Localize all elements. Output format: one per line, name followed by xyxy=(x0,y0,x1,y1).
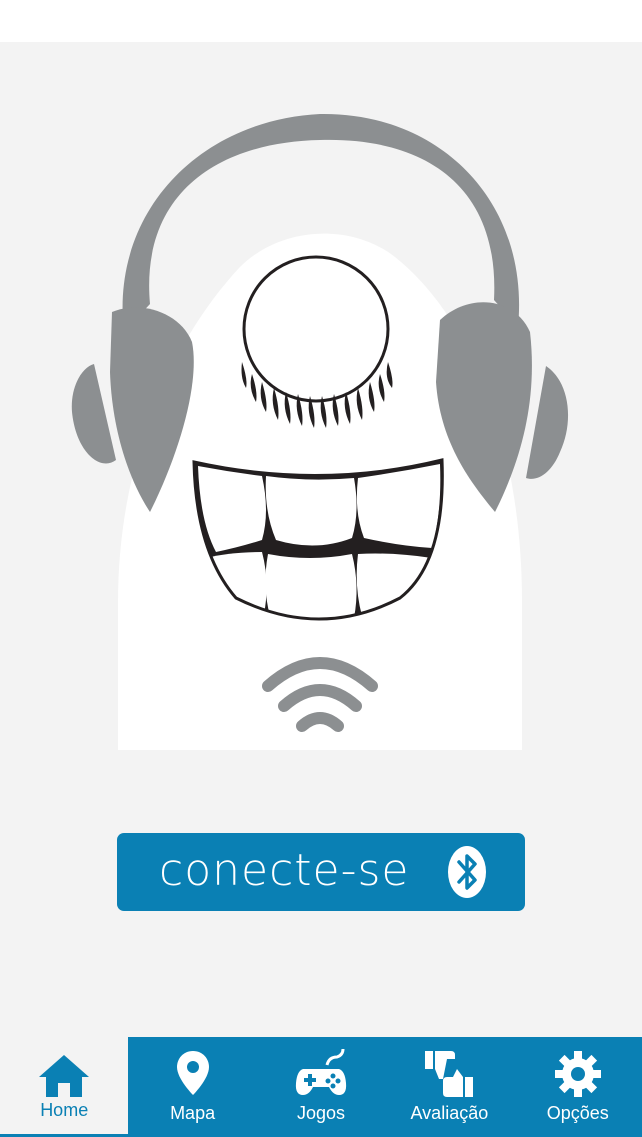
eye xyxy=(242,255,390,403)
left-ear-pad xyxy=(71,364,116,464)
tab-avaliacao[interactable]: Avaliação xyxy=(385,1037,513,1137)
connect-button[interactable]: conecte-se xyxy=(117,833,525,911)
tab-mapa[interactable]: Mapa xyxy=(128,1037,256,1137)
tab-home[interactable]: Home xyxy=(0,1037,129,1137)
tab-opcoes[interactable]: Opções xyxy=(514,1037,642,1137)
gamepad-icon xyxy=(295,1049,347,1095)
tab-mapa-label: Mapa xyxy=(170,1103,216,1123)
bluetooth-icon xyxy=(448,846,486,898)
thumbs-icon xyxy=(425,1051,474,1097)
home-screen: conecte-se xyxy=(0,42,642,1037)
connect-button-label: conecte-se xyxy=(159,845,410,896)
status-bar-area xyxy=(0,0,642,42)
mascot-illustration xyxy=(71,113,569,751)
tab-opcoes-label: Opções xyxy=(546,1103,609,1123)
map-pin-icon xyxy=(176,1051,209,1095)
tab-jogos-label: Jogos xyxy=(296,1103,345,1123)
bottom-tab-bar: Home Mapa Jogos Avaliação Opções xyxy=(0,1037,642,1137)
tab-avaliacao-label: Avaliação xyxy=(410,1103,489,1123)
tab-jogos[interactable]: Jogos xyxy=(257,1037,385,1137)
gear-icon xyxy=(554,1051,601,1097)
tab-home-label: Home xyxy=(40,1100,89,1120)
right-ear-pad xyxy=(526,366,569,479)
home-icon xyxy=(39,1055,90,1097)
